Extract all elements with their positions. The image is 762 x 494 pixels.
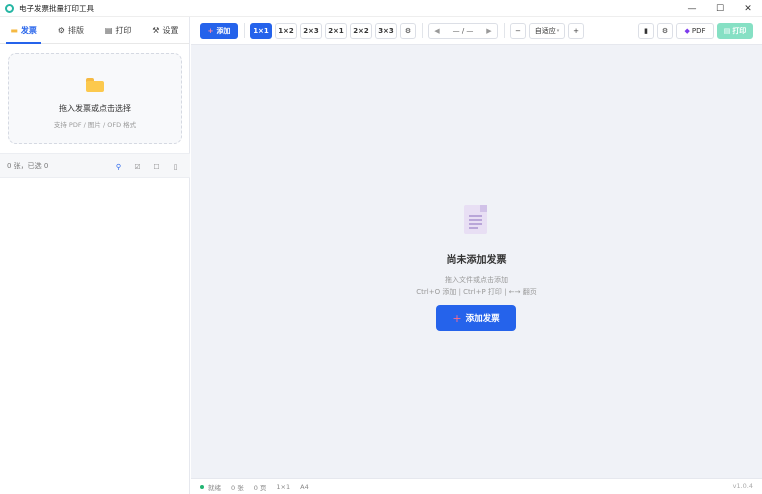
tab-invoices[interactable]: ▬ 发票 <box>0 17 47 44</box>
add-button[interactable]: + 添加 <box>200 22 238 39</box>
invoice-count: 0 张，已选 0 <box>7 161 49 170</box>
plus-icon: + <box>452 311 462 325</box>
status-bar: 就绪 0 张 0 页 1×1 A4 v1.0.4 <box>191 478 762 494</box>
empty-state-title: 尚未添加发票 <box>446 255 507 266</box>
layout-2x3-button[interactable]: 2×3 <box>300 22 322 39</box>
maximize-button[interactable]: ☐ <box>706 0 734 17</box>
list-actions: ⚲ ☑ ☐ ▯ <box>114 154 180 179</box>
right-toolbar: ▮ ⚙ ◆ PDF ▤ 打印 <box>638 23 753 39</box>
window-title: 电子发票批量打印工具 <box>19 3 94 13</box>
gear-icon: ⚙ <box>661 27 669 35</box>
side-tabs: ▬ 发票 ⚙ 排版 ▤ 打印 ⚒ 设置 <box>0 17 189 44</box>
keyboard-shortcuts-hint: Ctrl+O 添加 | Ctrl+P 打印 | ←→ 翻页 <box>416 288 537 296</box>
dropzone-subtitle: 支持 PDF / 图片 / OFD 格式 <box>53 121 137 129</box>
print-button-label: 打印 <box>732 27 747 35</box>
chevron-down-icon: ▾ <box>556 27 560 34</box>
window-controls: — ☐ ✕ <box>678 0 762 17</box>
folder-icon <box>86 78 104 92</box>
layout-1x1-button[interactable]: 1×1 <box>250 22 272 39</box>
print-button[interactable]: ▤ 打印 <box>717 23 753 39</box>
printer-icon: ▤ <box>723 27 731 35</box>
close-button[interactable]: ✕ <box>734 0 762 17</box>
trash-icon: ▮ <box>644 27 648 35</box>
tab-label: 打印 <box>115 25 132 35</box>
minimize-button[interactable]: — <box>678 0 706 17</box>
search-icon[interactable]: ⚲ <box>114 163 123 171</box>
app-version: v1.0.4 <box>732 482 753 490</box>
select-all-icon[interactable]: ☑ <box>133 163 142 171</box>
wrench-icon: ⚒ <box>152 25 160 35</box>
app-logo-icon <box>5 3 14 13</box>
status-count: 0 张 <box>231 483 244 492</box>
preview-area: 尚未添加发票 拖入文件或点击添加 Ctrl+O 添加 | Ctrl+P 打印 |… <box>191 45 762 478</box>
status-layout: 1×1 <box>276 482 291 491</box>
zoom-in-button[interactable]: + <box>568 22 584 39</box>
print-settings-button[interactable]: ⚙ <box>657 23 673 39</box>
zoom-value: 自适应 <box>534 26 556 35</box>
page-navigator: ◀ — / — ▶ <box>428 22 498 39</box>
tab-label: 发票 <box>20 25 37 35</box>
layout-2x2-button[interactable]: 2×2 <box>350 22 372 39</box>
printer-icon: ▤ <box>104 25 113 35</box>
tab-print[interactable]: ▤ 打印 <box>95 17 142 43</box>
next-page-icon[interactable]: ▶ <box>481 27 497 35</box>
zoom-out-button[interactable]: − <box>510 22 526 39</box>
prev-page-icon[interactable]: ◀ <box>429 27 445 35</box>
gear-icon: ⚙ <box>404 26 412 35</box>
invoice-list-toolbar: 0 张，已选 0 ⚲ ☑ ☐ ▯ <box>0 153 190 178</box>
tab-settings[interactable]: ⚒ 设置 <box>142 17 189 43</box>
layout-settings-button[interactable]: ⚙ <box>400 22 416 39</box>
dropzone-title: 拖入发票或点击选择 <box>59 104 131 113</box>
clear-button[interactable]: ▮ <box>638 23 654 39</box>
plus-icon: + <box>207 26 214 35</box>
pdf-button-label: PDF <box>691 27 706 35</box>
page-indicator: — / — <box>452 26 474 35</box>
status-state: 就绪 <box>208 483 221 492</box>
divider <box>504 23 505 38</box>
divider <box>244 23 245 38</box>
deselect-icon[interactable]: ☐ <box>152 163 161 171</box>
pdf-icon: ◆ <box>684 27 690 35</box>
status-indicator-icon <box>200 484 204 489</box>
layout-2x1-button[interactable]: 2×1 <box>325 22 347 39</box>
add-invoice-label: 添加发票 <box>465 314 500 324</box>
status-pages: 0 页 <box>253 483 267 492</box>
layout-3x3-button[interactable]: 3×3 <box>375 22 397 39</box>
add-button-label: 添加 <box>216 26 231 35</box>
export-pdf-button[interactable]: ◆ PDF <box>676 23 714 39</box>
top-toolbar: + 添加 1×1 1×2 2×3 2×1 2×2 3×3 ⚙ ◀ — / — ▶… <box>191 17 762 45</box>
delete-icon[interactable]: ▯ <box>171 163 180 171</box>
divider <box>422 23 423 38</box>
document-icon <box>464 205 487 234</box>
tab-label: 排版 <box>67 25 84 35</box>
tab-label: 设置 <box>162 25 179 35</box>
title-bar: 电子发票批量打印工具 — ☐ ✕ <box>0 0 762 17</box>
folder-icon: ▬ <box>10 25 18 35</box>
status-paper: A4 <box>300 482 309 491</box>
empty-state-hint: 拖入文件或点击添加 <box>445 276 508 284</box>
zoom-select[interactable]: 自适应 ▾ <box>529 22 565 39</box>
gear-icon: ⚙ <box>57 25 65 35</box>
file-dropzone[interactable]: 拖入发票或点击选择 支持 PDF / 图片 / OFD 格式 <box>8 53 182 144</box>
left-panel: ▬ 发票 ⚙ 排版 ▤ 打印 ⚒ 设置 拖入发票或点击选择 支持 PDF / 图… <box>0 17 190 494</box>
add-invoice-button[interactable]: + 添加发票 <box>436 305 516 331</box>
tab-layout[interactable]: ⚙ 排版 <box>47 17 94 43</box>
layout-1x2-button[interactable]: 1×2 <box>275 22 297 39</box>
